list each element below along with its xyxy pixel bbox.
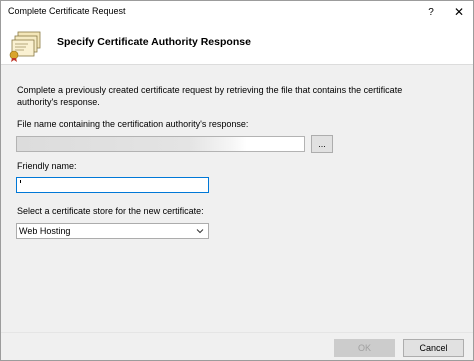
friendly-name-label: Friendly name: [17,161,77,171]
title-bar[interactable]: Complete Certificate Request ? ✕ [1,1,473,23]
ok-button[interactable]: OK [334,339,395,357]
window-title: Complete Certificate Request [8,6,126,16]
wizard-header: Specify Certificate Authority Response [1,23,473,65]
file-name-input[interactable] [16,136,305,152]
description-text: Complete a previously created certificat… [17,85,403,107]
dialog-footer: OK Cancel [1,332,473,360]
certificate-store-label: Select a certificate store for the new c… [17,206,204,216]
complete-certificate-request-dialog: Complete Certificate Request ? ✕ Specify… [0,0,474,361]
wizard-content: Complete a previously created certificat… [1,66,473,332]
certificate-store-value: Web Hosting [19,226,71,236]
certificate-store-select[interactable]: Web Hosting [16,223,209,239]
chevron-down-icon [196,229,204,234]
friendly-name-input[interactable] [16,177,209,193]
text-caret [20,180,21,183]
file-name-label: File name containing the certification a… [17,119,249,129]
close-button[interactable]: ✕ [441,1,474,23]
browse-button[interactable]: ... [311,135,333,153]
wizard-page-title: Specify Certificate Authority Response [57,36,251,48]
certificate-stack-icon [9,31,41,62]
cancel-button[interactable]: Cancel [403,339,464,357]
